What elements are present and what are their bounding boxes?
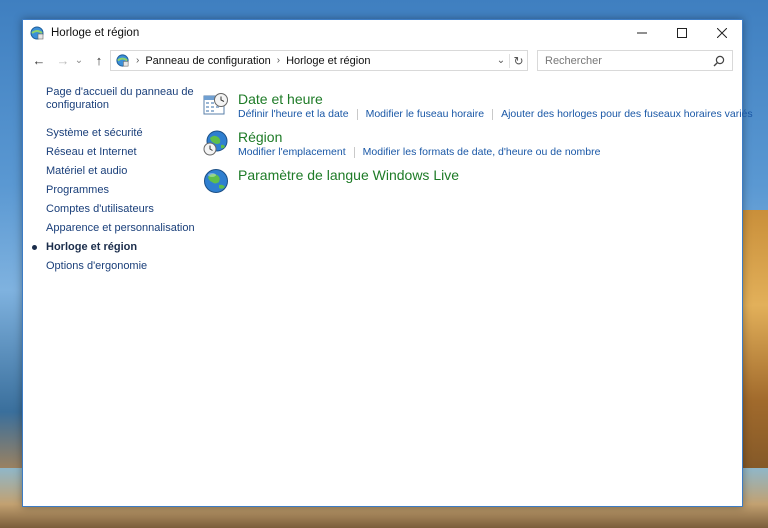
breadcrumb-control-panel[interactable]: Panneau de configuration <box>145 55 270 67</box>
link-change-formats[interactable]: Modifier les formats de date, d'heure ou… <box>363 146 601 158</box>
forward-arrow-icon: → <box>56 52 70 68</box>
maximize-icon <box>677 28 687 38</box>
main-content: Date et heure Définir l'heure et la date… <box>203 89 753 203</box>
category-region: Région Modifier l'emplacement Modifier l… <box>203 127 733 165</box>
sidebar-item-programs[interactable]: Programmes <box>46 181 196 200</box>
recent-locations-button[interactable]: ⌄ <box>73 50 85 70</box>
breadcrumb-separator-icon[interactable]: › <box>136 55 139 66</box>
address-bar[interactable]: › Panneau de configuration › Horloge et … <box>110 50 528 71</box>
up-arrow-icon: ↑ <box>95 52 103 68</box>
sidebar-item-ease-of-access[interactable]: Options d'ergonomie <box>46 257 196 276</box>
window-controls <box>622 20 742 46</box>
sidebar-item-clock-region[interactable]: Horloge et région <box>32 238 196 257</box>
control-panel-icon <box>30 26 44 40</box>
active-bullet-icon <box>32 245 37 250</box>
close-button[interactable] <box>702 20 742 46</box>
link-divider <box>356 108 358 120</box>
globe-icon[interactable] <box>203 168 229 194</box>
category-date-time: Date et heure Définir l'heure et la date… <box>203 89 753 127</box>
back-arrow-icon: ← <box>32 52 46 68</box>
link-add-clocks[interactable]: Ajouter des horloges pour des fuseaux ho… <box>501 108 753 120</box>
link-set-time-date[interactable]: Définir l'heure et la date <box>238 108 349 120</box>
link-divider <box>353 146 355 158</box>
minimize-button[interactable] <box>622 20 662 46</box>
sidebar-item-appearance[interactable]: Apparence et personnalisation <box>46 219 196 238</box>
breadcrumb-clock-region[interactable]: Horloge et région <box>286 55 370 67</box>
close-icon <box>717 28 727 38</box>
category-title-date-time[interactable]: Date et heure <box>238 91 323 107</box>
title-bar[interactable]: Horloge et région <box>23 20 742 46</box>
sidebar-item-network-internet[interactable]: Réseau et Internet <box>46 143 196 162</box>
search-icon[interactable] <box>713 55 725 67</box>
refresh-icon[interactable]: ↻ <box>509 53 527 68</box>
control-panel-icon <box>116 54 129 67</box>
category-links: Modifier l'emplacement Modifier les form… <box>238 146 600 158</box>
category-title-region[interactable]: Région <box>238 129 282 145</box>
window-title: Horloge et région <box>51 27 140 39</box>
maximize-button[interactable] <box>662 20 702 46</box>
minimize-icon <box>637 32 647 34</box>
sidebar-item-hardware-sound[interactable]: Matériel et audio <box>46 162 196 181</box>
sidebar: Page d'accueil du panneau de configurati… <box>32 86 196 276</box>
category-links: Définir l'heure et la date Modifier le f… <box>238 108 753 120</box>
link-change-time-zone[interactable]: Modifier le fuseau horaire <box>366 108 484 120</box>
address-dropdown-icon[interactable]: ⌄ <box>493 55 509 66</box>
forward-button[interactable]: → <box>53 50 73 70</box>
address-bar-actions: ⌄ ↻ <box>493 51 527 70</box>
link-divider <box>492 108 494 120</box>
search-input[interactable]: Rechercher <box>545 55 713 67</box>
globe-clock-icon[interactable] <box>203 130 229 156</box>
navigation-bar: ← → ⌄ ↑ › Panneau de configuration › Hor… <box>23 46 742 74</box>
breadcrumb-separator-icon[interactable]: › <box>277 55 280 66</box>
link-change-location[interactable]: Modifier l'emplacement <box>238 146 346 158</box>
back-button[interactable]: ← <box>29 50 49 70</box>
category-title-windows-live-language[interactable]: Paramètre de langue Windows Live <box>238 167 459 183</box>
control-panel-window: Horloge et région ← → ⌄ ↑ › Panneau de c… <box>22 19 753 507</box>
search-box[interactable]: Rechercher <box>537 50 733 71</box>
sidebar-home-link[interactable]: Page d'accueil du panneau de configurati… <box>46 86 196 112</box>
category-windows-live-language: Paramètre de langue Windows Live <box>203 165 733 203</box>
chevron-down-icon: ⌄ <box>74 54 84 66</box>
calendar-clock-icon[interactable] <box>203 92 229 118</box>
up-button[interactable]: ↑ <box>89 50 109 70</box>
sidebar-item-label: Horloge et région <box>46 241 138 253</box>
sidebar-item-system-security[interactable]: Système et sécurité <box>46 124 196 143</box>
sidebar-item-user-accounts[interactable]: Comptes d'utilisateurs <box>46 200 196 219</box>
